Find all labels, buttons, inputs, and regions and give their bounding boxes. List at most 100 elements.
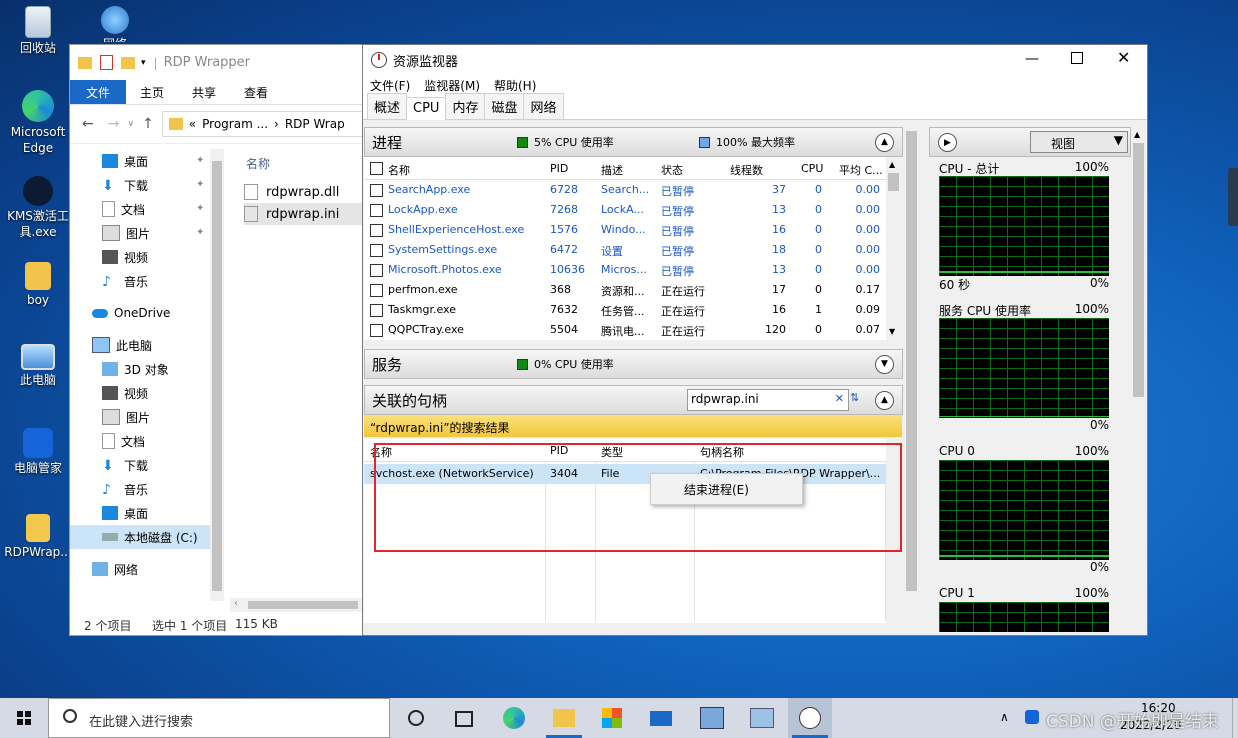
nav-item-videos-2[interactable]: 视频 <box>70 381 148 405</box>
tab-network[interactable]: 网络 <box>523 93 564 119</box>
graph-pane-scrollbar-thumb[interactable] <box>1133 143 1144 397</box>
desktop-icon-network[interactable]: 网络 <box>80 6 150 42</box>
nav-scrollbar[interactable] <box>210 149 224 601</box>
properties-icon[interactable] <box>100 55 113 70</box>
col-avg-cpu[interactable]: 平均 C... <box>839 162 883 178</box>
row-checkbox[interactable] <box>370 184 383 197</box>
process-scrollbar[interactable]: ▲ ▼ <box>886 157 901 340</box>
dropdown-icon[interactable]: ▾ <box>141 58 146 68</box>
scroll-left-icon[interactable]: ‹ <box>234 598 238 609</box>
back-arrow-icon[interactable]: ← <box>82 116 94 132</box>
collapse-chevron-icon[interactable]: ▲ <box>875 390 894 410</box>
nav-item-downloads-2[interactable]: ⬇ 下载 <box>70 453 148 477</box>
file-item[interactable]: rdpwrap.dll <box>244 181 362 203</box>
mail-taskbar-icon[interactable] <box>650 711 672 726</box>
address-segment-rdp[interactable]: RDP Wrap <box>285 117 345 131</box>
tab-disk[interactable]: 磁盘 <box>484 93 525 119</box>
nav-item-music[interactable]: ♪ 音乐 <box>70 269 148 293</box>
edge-taskbar-icon[interactable] <box>503 707 525 729</box>
table-row[interactable]: SearchApp.exe 6728 Search... 已暂停 37 0 0.00 <box>364 180 886 200</box>
scroll-down-icon[interactable]: ▼ <box>889 327 895 336</box>
desktop-icon-edge[interactable]: Microsoft Edge <box>3 90 73 156</box>
row-checkbox[interactable] <box>370 304 383 317</box>
process-scrollbar-thumb[interactable] <box>888 173 899 191</box>
nav-item-videos[interactable]: 视频 <box>70 245 148 269</box>
process-section-header[interactable]: 进程 5% CPU 使用率 100% 最大频率 ▲ <box>364 127 903 157</box>
scroll-up-icon[interactable]: ▲ <box>889 160 895 169</box>
row-checkbox[interactable] <box>370 324 383 337</box>
file-h-scrollbar[interactable]: ‹ <box>230 598 365 612</box>
nav-item-documents-2[interactable]: 文档 <box>70 429 145 453</box>
pc-manager-tray-icon[interactable] <box>1025 710 1039 724</box>
task-view-icon[interactable] <box>455 711 473 727</box>
side-widget[interactable] <box>1228 168 1238 226</box>
row-checkbox[interactable] <box>370 284 383 297</box>
new-folder-icon[interactable] <box>121 56 135 69</box>
file-h-scrollbar-thumb[interactable] <box>248 601 358 609</box>
tab-memory[interactable]: 内存 <box>445 93 486 119</box>
minimize-icon[interactable]: — <box>1025 51 1039 67</box>
perfmon-taskbar-icon[interactable] <box>750 708 774 728</box>
col-name[interactable]: 名称 <box>388 162 410 178</box>
ribbon-tab-view[interactable]: 查看 <box>230 80 282 104</box>
ribbon-tab-file[interactable]: 文件 <box>70 80 127 104</box>
tray-chevron-icon[interactable]: ∧ <box>1000 710 1009 724</box>
col-cpu[interactable]: CPU <box>801 162 823 175</box>
resmon-taskbar-button[interactable] <box>788 698 832 738</box>
menu-help[interactable]: 帮助(H) <box>487 77 543 94</box>
explorer-taskbar-icon[interactable] <box>553 709 575 727</box>
left-pane-scrollbar-thumb[interactable] <box>906 131 917 591</box>
nav-scrollbar-thumb[interactable] <box>212 161 222 591</box>
row-checkbox[interactable] <box>370 224 383 237</box>
row-checkbox[interactable] <box>370 264 383 277</box>
nav-item-downloads[interactable]: ⬇ 下载 <box>70 173 148 197</box>
row-checkbox[interactable] <box>370 244 383 257</box>
expand-right-icon[interactable]: ▶ <box>938 133 957 152</box>
taskbar-search-box[interactable]: 在此键入进行搜索 <box>48 698 390 738</box>
tab-cpu[interactable]: CPU <box>406 97 447 120</box>
clear-search-icon[interactable]: ✕ <box>835 392 844 405</box>
desktop-icon-this-pc[interactable]: 此电脑 <box>3 344 73 388</box>
desktop-icon-pc-manager[interactable]: 电脑管家 <box>3 428 73 476</box>
col-status[interactable]: 状态 <box>661 162 683 178</box>
graph-pane-scrollbar[interactable]: ▲ <box>1131 127 1146 633</box>
menu-file[interactable]: 文件(F) <box>363 77 417 94</box>
view-button[interactable]: 视图 ▼ <box>1030 131 1128 153</box>
table-row[interactable]: Taskmgr.exe 7632 任务管... 正在运行 16 1 0.09 <box>364 300 886 320</box>
menu-monitor[interactable]: 监视器(M) <box>417 77 487 94</box>
table-row[interactable]: ShellExperienceHost.exe 1576 Windo... 已暂停 16… <box>364 220 886 240</box>
nav-item-network[interactable]: 网络 <box>70 557 138 581</box>
desktop-icon-rdpwrap[interactable]: RDPWrap... <box>3 514 73 560</box>
table-row[interactable]: QQPCTray.exe 5504 腾讯电... 正在运行 120 0 0.07 <box>364 320 886 340</box>
table-row[interactable]: SystemSettings.exe 6472 设置 已暂停 18 0 0.00 <box>364 240 886 260</box>
row-checkbox[interactable] <box>370 204 383 217</box>
left-pane-scrollbar[interactable] <box>904 127 919 633</box>
close-icon[interactable]: ✕ <box>1117 48 1130 67</box>
end-process-menu-item[interactable]: 结束进程(E) <box>684 481 749 498</box>
col-pid[interactable]: PID <box>550 162 568 175</box>
table-row[interactable]: Microsoft.Photos.exe 10636 Micros... 已暂停 13 0… <box>364 260 886 280</box>
expand-chevron-icon[interactable]: ▼ <box>875 354 894 374</box>
pin-icon[interactable]: ✦ <box>196 179 204 190</box>
pin-icon[interactable]: ✦ <box>196 155 204 166</box>
file-item-selected[interactable]: rdpwrap.ini <box>244 203 362 225</box>
recent-chevron-icon[interactable]: ∨ <box>127 119 134 129</box>
col-threads[interactable]: 线程数 <box>730 162 763 178</box>
address-segment-program[interactable]: Program ... <box>202 117 268 131</box>
maximize-icon[interactable] <box>1071 52 1083 64</box>
services-section-header[interactable]: 服务 0% CPU 使用率 ▼ <box>364 349 903 379</box>
nav-item-this-pc[interactable]: 此电脑 <box>70 333 152 357</box>
view-dropdown-icon[interactable]: ▼ <box>1114 133 1123 147</box>
remote-desktop-taskbar-icon[interactable] <box>700 707 724 729</box>
desktop-icon-boy[interactable]: boy <box>3 262 73 308</box>
cortana-icon[interactable] <box>408 710 424 726</box>
table-row[interactable]: perfmon.exe 368 资源和... 正在运行 17 0 0.17 <box>364 280 886 300</box>
handles-section-header[interactable]: 关联的句柄 rdpwrap.ini ✕ ⇅ ▲ <box>364 385 903 415</box>
ribbon-tab-home[interactable]: 主页 <box>126 80 178 104</box>
address-overflow[interactable]: « <box>189 117 196 131</box>
column-header-name[interactable]: 名称 <box>246 155 270 172</box>
show-desktop-button[interactable] <box>1232 698 1238 738</box>
desktop-icon-kms[interactable]: KMS激活工具.exe <box>3 176 73 240</box>
pin-icon[interactable]: ✦ <box>196 227 204 238</box>
col-description[interactable]: 描述 <box>601 162 623 178</box>
